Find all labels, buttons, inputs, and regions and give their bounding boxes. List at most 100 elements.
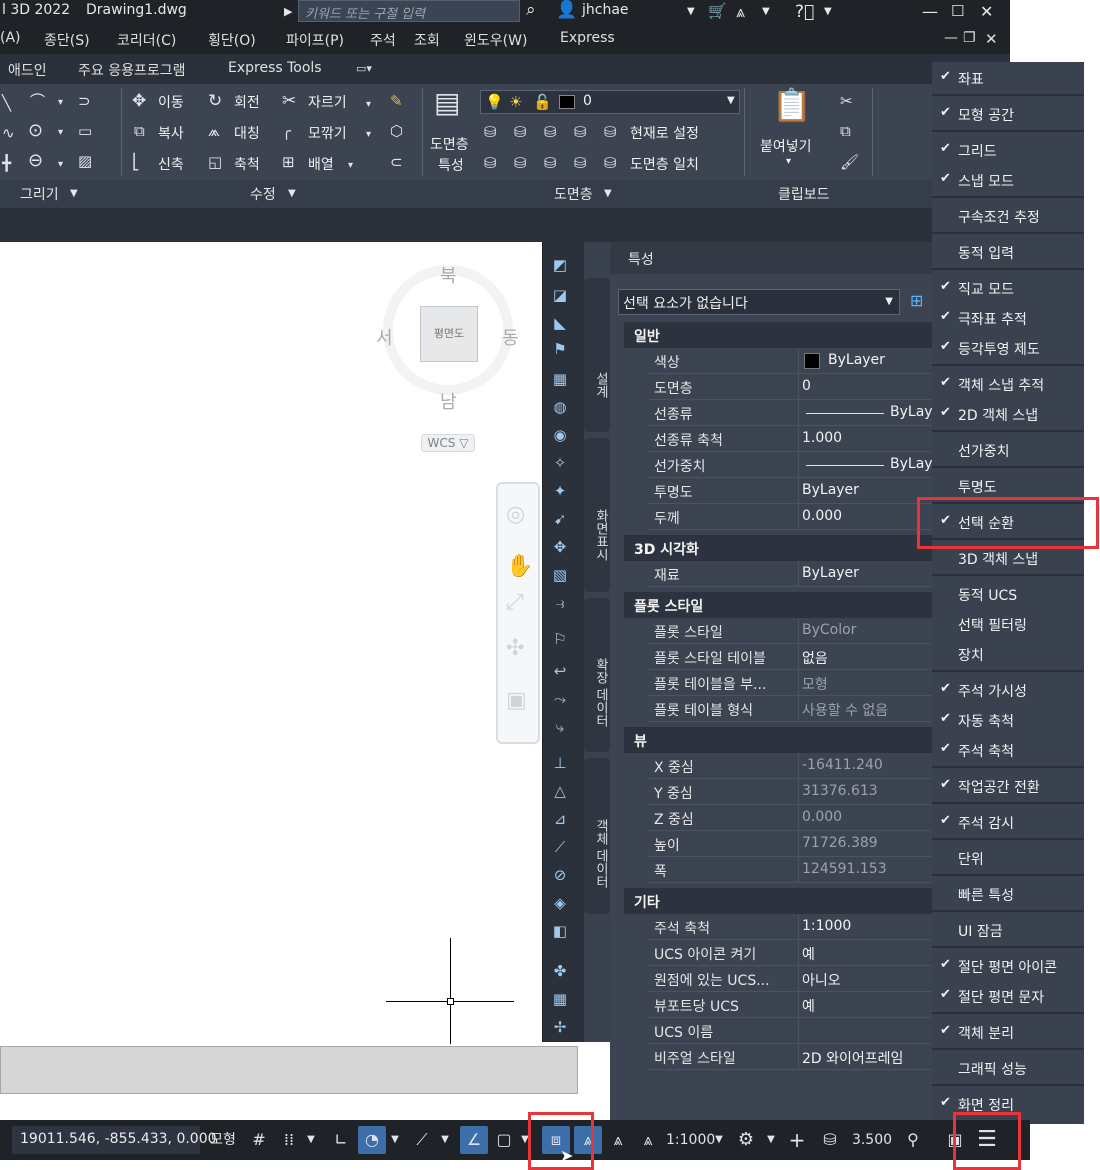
property-row[interactable]: X 중심 -16411.240 (648, 753, 932, 779)
tool-icon[interactable]: ◪ (551, 286, 569, 304)
status-menu-item[interactable]: ✔ 좌표 (932, 64, 1084, 92)
status-menu-item[interactable]: ✔ 주석 가시성 (932, 676, 1084, 704)
side-tab-design[interactable]: 설계 (584, 278, 610, 432)
snap-chevron-icon[interactable]: ▼ (304, 1126, 318, 1154)
tool-icon[interactable]: ▦ (551, 370, 569, 388)
compass-east[interactable]: 동 (502, 324, 519, 350)
tool-icon[interactable]: ⟋ (551, 838, 569, 856)
layer-tool-icon[interactable]: ⛁ (514, 123, 527, 141)
polyline-icon[interactable]: ⊃ (78, 92, 91, 110)
object-snap-icon[interactable]: ▢ (492, 1126, 516, 1154)
section-general[interactable]: 일반 (624, 322, 932, 348)
status-menu-item[interactable]: ✔ 객체 분리 (932, 1018, 1084, 1046)
erase-icon[interactable]: ✎ (390, 92, 403, 110)
paste-icon[interactable]: 📋 (772, 88, 812, 122)
status-menu-item[interactable]: 장치 (932, 640, 1084, 668)
array-icon[interactable]: ⊞ (282, 153, 295, 171)
tool-icon[interactable]: ✦ (551, 482, 569, 500)
panel-expand-icon[interactable]: ▼ (288, 188, 296, 199)
tool-icon[interactable]: ✢ (551, 1018, 569, 1036)
status-menu-item[interactable]: 빠른 특성 (932, 880, 1084, 908)
tool-icon[interactable]: ▦ (551, 990, 569, 1008)
menu-item[interactable]: 윈도우(W) (464, 30, 527, 50)
tool-icon[interactable]: ◉ (551, 426, 569, 444)
section-misc[interactable]: 기타 (624, 888, 932, 914)
status-menu-item[interactable]: ✔ 객체 스냅 추적 (932, 370, 1084, 398)
offset-icon[interactable]: ⊂ (390, 153, 403, 171)
selection-dropdown[interactable]: 선택 요소가 없습니다 ▼ (618, 289, 900, 315)
tool-icon[interactable]: ⊘ (551, 866, 569, 884)
mirror-icon[interactable]: ⩕ (208, 122, 220, 140)
status-menu-item[interactable]: ✔ 스냅 모드 (932, 166, 1084, 194)
property-row[interactable]: 색상 ByLayer (648, 348, 932, 374)
panel-title-layers[interactable]: 도면층 (554, 184, 593, 204)
mirror-button[interactable]: 대칭 (234, 123, 260, 143)
isodraft-icon[interactable]: ⟋ (410, 1126, 434, 1154)
status-menu-item[interactable]: ✔ 2D 객체 스냅 (932, 400, 1084, 428)
steering-wheel-icon[interactable]: ◎ (506, 502, 525, 527)
layer-tool-icon[interactable]: ⛁ (574, 123, 587, 141)
panel-expand-icon[interactable]: ▼ (70, 188, 78, 199)
tool-icon[interactable]: ◧ (551, 922, 569, 940)
property-row[interactable]: 도면층 0 (648, 374, 932, 400)
compass-north[interactable]: 북 (440, 262, 457, 288)
tool-icon[interactable]: ⤳ (551, 690, 569, 708)
object-snap-tracking-icon[interactable]: ∠ (460, 1126, 488, 1154)
set-current-icon[interactable]: ⛁ (604, 123, 617, 141)
layer-tool-icon[interactable]: ⛁ (574, 154, 587, 172)
ortho-icon[interactable]: ∟ (330, 1126, 352, 1154)
user-menu-chevron-icon[interactable]: ▼ (687, 6, 695, 17)
status-menu-item[interactable]: ✔ 극좌표 추적 (932, 304, 1084, 332)
compass-south[interactable]: 남 (440, 388, 457, 414)
menu-item[interactable]: 종단(S) (44, 30, 90, 50)
property-row[interactable]: 주석 축척 1:1000 (648, 914, 932, 940)
tool-icon[interactable]: ◈ (551, 894, 569, 912)
status-menu-item[interactable]: 선가중치 (932, 436, 1084, 464)
ribbon-toggle-icon[interactable]: ▭▾ (356, 62, 372, 75)
tool-icon[interactable]: ⚑ (551, 340, 569, 358)
move-button[interactable]: 이동 (158, 92, 184, 112)
panel-title-modify[interactable]: 수정 (250, 184, 276, 204)
property-row[interactable]: 플롯 스타일 테이블 없음 (648, 644, 932, 670)
doc-restore-icon[interactable]: ❐ (963, 30, 976, 46)
status-menu-item[interactable]: ✔ 작업공간 전환 (932, 772, 1084, 800)
grid-icon[interactable]: # (248, 1126, 270, 1154)
array-chevron-icon[interactable]: ▾ (348, 157, 353, 175)
property-row[interactable]: Z 중심 0.000 (648, 805, 932, 831)
tool-icon[interactable]: ↩ (551, 662, 569, 680)
viewcube[interactable]: 평면도 (420, 306, 478, 362)
property-row[interactable]: 플롯 테이블을 부... 모형 (648, 670, 932, 696)
property-row[interactable]: 높이 71726.389 (648, 831, 932, 857)
property-row[interactable]: 선종류 ByLaye (648, 400, 941, 426)
scale-icon[interactable]: ◱ (208, 153, 222, 171)
help-icon[interactable]: ?⃝ (795, 2, 814, 22)
annotation-scale-value[interactable]: 1:1000 (666, 1126, 715, 1154)
property-row[interactable]: 폭 124591.153 (648, 857, 932, 883)
quick-properties-icon[interactable]: ⚲ (900, 1126, 926, 1154)
quick-select-icon[interactable]: ⊞ (910, 291, 932, 313)
tool-icon[interactable]: ✧ (551, 454, 569, 472)
wcs-menu[interactable]: WCS ▽ (421, 434, 475, 452)
copy-button[interactable]: 복사 (158, 123, 184, 143)
layer-tool-icon[interactable]: ⛁ (514, 154, 527, 172)
fillet-icon[interactable]: ╭ (282, 122, 291, 140)
array-button[interactable]: 배열 (308, 154, 334, 174)
property-row[interactable]: 원점에 있는 UCS... 아니오 (648, 966, 932, 992)
user-icon[interactable]: 👤 (556, 0, 577, 20)
property-row[interactable]: 선종류 축척 1.000 (648, 426, 932, 452)
status-menu-item[interactable]: 동적 UCS (932, 580, 1084, 608)
line-icon[interactable]: ╲ (2, 94, 11, 112)
property-row[interactable]: 비주얼 스타일 2D 와이어프레임 (648, 1044, 932, 1070)
panel-expand-icon[interactable]: ▼ (604, 188, 612, 199)
close-icon[interactable]: ✕ (980, 2, 993, 21)
status-menu-item[interactable]: ✔ 모형 공간 (932, 100, 1084, 128)
layer-tool-icon[interactable]: ⛁ (544, 123, 557, 141)
autodesk-icon[interactable]: ⩓ (736, 2, 745, 22)
tool-icon[interactable]: ⤷ (551, 718, 569, 736)
explode-icon[interactable]: ⬡ (390, 122, 403, 140)
layer-properties-line2[interactable]: 특성 (438, 155, 464, 175)
match-layer-icon[interactable]: ⛁ (604, 154, 617, 172)
orbit-icon[interactable]: ✣ (506, 636, 524, 661)
tab-express-tools[interactable]: Express Tools (228, 60, 322, 76)
showmotion-icon[interactable]: ▣ (506, 688, 527, 713)
